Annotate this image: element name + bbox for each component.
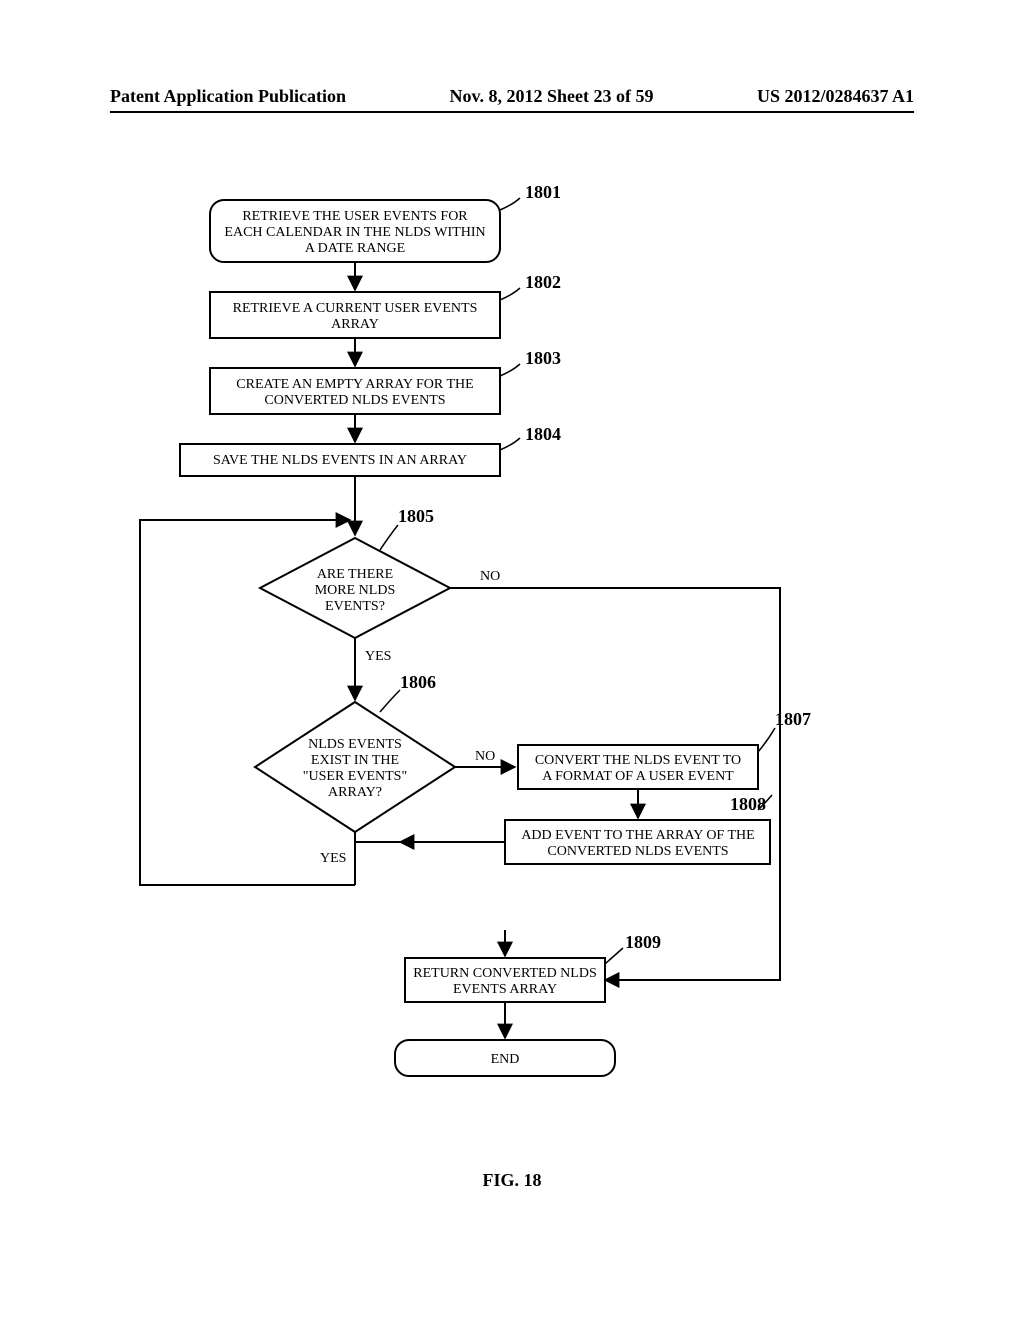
header-left: Patent Application Publication bbox=[110, 86, 346, 107]
node-1806-text4: ARRAY? bbox=[328, 785, 382, 800]
label-1804: 1804 bbox=[525, 424, 561, 444]
node-1802-text2: ARRAY bbox=[331, 317, 379, 332]
label-1803: 1803 bbox=[525, 348, 561, 368]
leader-1809 bbox=[605, 948, 623, 964]
node-1808-text: ADD EVENT TO THE ARRAY OF THE bbox=[521, 828, 754, 843]
leader-1801 bbox=[500, 198, 520, 210]
node-1809-text: RETURN CONVERTED NLDS bbox=[413, 966, 597, 981]
header-right: US 2012/0284637 A1 bbox=[757, 86, 914, 107]
node-1806-text3: "USER EVENTS" bbox=[303, 769, 407, 784]
node-1807-text2: A FORMAT OF A USER EVENT bbox=[542, 769, 734, 784]
node-1809-text2: EVENTS ARRAY bbox=[453, 982, 557, 997]
leader-1804 bbox=[500, 438, 520, 450]
flowchart: RETRIEVE THE USER EVENTS FOR EACH CALEND… bbox=[0, 150, 1024, 1250]
header-center: Nov. 8, 2012 Sheet 23 of 59 bbox=[450, 86, 654, 107]
label-1808: 1808 bbox=[730, 794, 766, 814]
node-1806-text: NLDS EVENTS bbox=[308, 737, 402, 752]
edge-1805-1809 bbox=[450, 588, 780, 980]
node-1802-text: RETRIEVE A CURRENT USER EVENTS bbox=[233, 301, 478, 316]
node-1801-text3: A DATE RANGE bbox=[305, 241, 405, 256]
node-1801-text: RETRIEVE THE USER EVENTS FOR bbox=[242, 209, 468, 224]
node-1805-text: ARE THERE bbox=[317, 567, 393, 582]
edge-1806-no-label: NO bbox=[475, 749, 495, 764]
node-1805-text3: EVENTS? bbox=[325, 599, 385, 614]
edge-1806-yes-label: YES bbox=[320, 851, 346, 866]
node-1803-text: CREATE AN EMPTY ARRAY FOR THE bbox=[236, 377, 473, 392]
node-1807-text: CONVERT THE NLDS EVENT TO bbox=[535, 753, 741, 768]
figure-caption: FIG. 18 bbox=[0, 1170, 1024, 1191]
page-header: Patent Application Publication Nov. 8, 2… bbox=[110, 86, 914, 113]
edge-1805-yes-label: YES bbox=[365, 649, 391, 664]
label-1802: 1802 bbox=[525, 272, 561, 292]
node-1808-text2: CONVERTED NLDS EVENTS bbox=[547, 844, 728, 859]
leader-1807 bbox=[758, 728, 775, 752]
leader-1802 bbox=[500, 288, 520, 300]
label-1801: 1801 bbox=[525, 182, 561, 202]
edge-1805-no-label: NO bbox=[480, 569, 500, 584]
label-1807: 1807 bbox=[775, 709, 811, 729]
node-1803-text2: CONVERTED NLDS EVENTS bbox=[264, 393, 445, 408]
leader-1805 bbox=[380, 525, 398, 550]
page: Patent Application Publication Nov. 8, 2… bbox=[0, 0, 1024, 1320]
node-end-text: END bbox=[491, 1052, 520, 1067]
node-1804-text: SAVE THE NLDS EVENTS IN AN ARRAY bbox=[213, 453, 467, 468]
label-1806: 1806 bbox=[400, 672, 436, 692]
label-1805: 1805 bbox=[398, 506, 434, 526]
node-1806-text2: EXIST IN THE bbox=[311, 753, 399, 768]
leader-1803 bbox=[500, 364, 520, 376]
label-1809: 1809 bbox=[625, 932, 661, 952]
leader-1806 bbox=[380, 690, 400, 712]
node-1805-text2: MORE NLDS bbox=[315, 583, 396, 598]
node-1801-text2: EACH CALENDAR IN THE NLDS WITHIN bbox=[224, 225, 485, 240]
